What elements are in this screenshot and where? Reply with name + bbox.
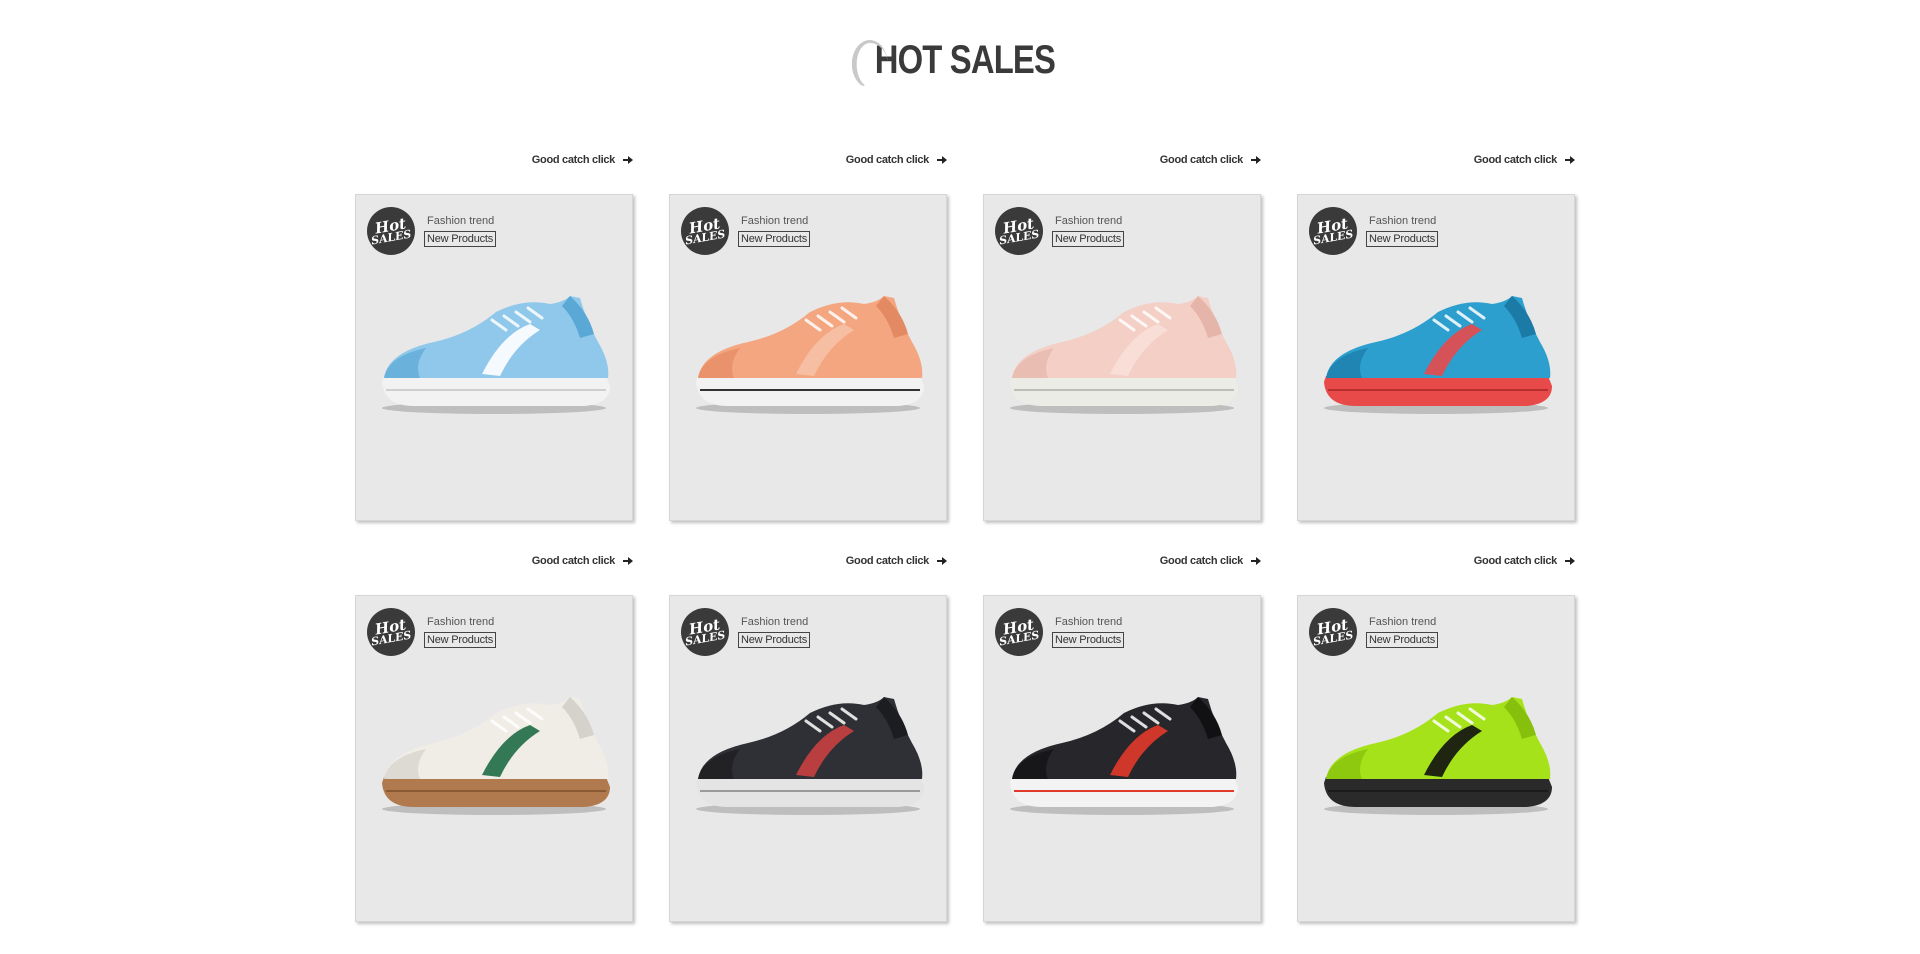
good-catch-link[interactable]: Good catch click	[983, 150, 1261, 170]
fashion-trend-text: Fashion trend	[741, 215, 809, 227]
hot-sales-badge-icon: Hot SALES	[367, 207, 415, 255]
arrow-right-icon	[937, 556, 947, 566]
product-cell: Good catch click Hot SALES Fashion trend …	[669, 551, 947, 922]
page-title-text: HOT SALES	[874, 37, 1056, 82]
product-card[interactable]: Hot SALES Fashion trend New Products	[355, 194, 633, 521]
shoe-image	[696, 296, 924, 414]
shoe-image	[1324, 697, 1552, 815]
shoe-image	[1010, 697, 1238, 815]
page-title: HOT SALES	[851, 37, 1056, 88]
good-catch-link[interactable]: Good catch click	[355, 150, 633, 170]
hot-sales-badge-icon: Hot SALES	[1309, 207, 1357, 255]
good-catch-link[interactable]: Good catch click	[669, 150, 947, 170]
new-products-label: New Products	[738, 231, 811, 247]
good-catch-link[interactable]: Good catch click	[983, 551, 1261, 571]
good-catch-link[interactable]: Good catch click	[1297, 150, 1575, 170]
shoe-image	[382, 697, 610, 815]
good-catch-link[interactable]: Good catch click	[1297, 551, 1575, 571]
arrow-right-icon	[1251, 155, 1261, 165]
new-products-label: New Products	[1052, 632, 1125, 648]
fashion-trend-text: Fashion trend	[1369, 616, 1437, 628]
title-arc-decoration	[851, 39, 888, 88]
product-card[interactable]: Hot SALES Fashion trend New Products	[983, 595, 1261, 922]
fashion-trend-text: Fashion trend	[427, 616, 495, 628]
good-catch-label: Good catch click	[845, 555, 930, 567]
hot-sales-badge-icon: Hot SALES	[681, 207, 729, 255]
good-catch-label: Good catch click	[1159, 154, 1244, 166]
fashion-trend-text: Fashion trend	[427, 215, 495, 227]
good-catch-label: Good catch click	[531, 555, 616, 567]
product-cell: Good catch click Hot SALES Fashion trend …	[355, 150, 633, 521]
section-header: HOT SALES	[0, 30, 1920, 90]
product-cell: Good catch click Hot SALES Fashion trend …	[983, 150, 1261, 521]
product-cell: Good catch click Hot SALES Fashion trend …	[669, 150, 947, 521]
shoe-image	[696, 697, 924, 815]
new-products-label: New Products	[1052, 231, 1125, 247]
product-card[interactable]: Hot SALES Fashion trend New Products	[1297, 595, 1575, 922]
good-catch-label: Good catch click	[1473, 555, 1558, 567]
fashion-trend-text: Fashion trend	[1055, 616, 1123, 628]
good-catch-link[interactable]: Good catch click	[669, 551, 947, 571]
good-catch-label: Good catch click	[531, 154, 616, 166]
shoe-image	[1324, 296, 1552, 414]
product-card[interactable]: Hot SALES Fashion trend New Products	[983, 194, 1261, 521]
good-catch-label: Good catch click	[1159, 555, 1244, 567]
product-cell: Good catch click Hot SALES Fashion trend …	[983, 551, 1261, 922]
good-catch-link[interactable]: Good catch click	[355, 551, 633, 571]
arrow-right-icon	[623, 155, 633, 165]
hot-sales-badge-icon: Hot SALES	[681, 608, 729, 656]
hot-sales-badge-icon: Hot SALES	[367, 608, 415, 656]
fashion-trend-text: Fashion trend	[741, 616, 809, 628]
shoe-image	[1010, 296, 1238, 414]
product-card[interactable]: Hot SALES Fashion trend New Products	[669, 595, 947, 922]
new-products-label: New Products	[738, 632, 811, 648]
new-products-label: New Products	[1366, 231, 1439, 247]
hot-sales-badge-icon: Hot SALES	[1309, 608, 1357, 656]
product-card[interactable]: Hot SALES Fashion trend New Products	[1297, 194, 1575, 521]
product-grid: Good catch click Hot SALES Fashion trend …	[355, 150, 1575, 922]
fashion-trend-text: Fashion trend	[1055, 215, 1123, 227]
product-cell: Good catch click Hot SALES Fashion trend …	[355, 551, 633, 922]
product-cell: Good catch click Hot SALES Fashion trend …	[1297, 150, 1575, 521]
new-products-label: New Products	[1366, 632, 1439, 648]
hot-sales-badge-icon: Hot SALES	[995, 207, 1043, 255]
good-catch-label: Good catch click	[1473, 154, 1558, 166]
hot-sales-badge-icon: Hot SALES	[995, 608, 1043, 656]
shoe-image	[382, 296, 610, 414]
fashion-trend-text: Fashion trend	[1369, 215, 1437, 227]
arrow-right-icon	[1251, 556, 1261, 566]
arrow-right-icon	[1565, 556, 1575, 566]
product-card[interactable]: Hot SALES Fashion trend New Products	[669, 194, 947, 521]
arrow-right-icon	[1565, 155, 1575, 165]
product-cell: Good catch click Hot SALES Fashion trend …	[1297, 551, 1575, 922]
new-products-label: New Products	[424, 231, 497, 247]
arrow-right-icon	[623, 556, 633, 566]
arrow-right-icon	[937, 155, 947, 165]
good-catch-label: Good catch click	[845, 154, 930, 166]
product-card[interactable]: Hot SALES Fashion trend New Products	[355, 595, 633, 922]
new-products-label: New Products	[424, 632, 497, 648]
